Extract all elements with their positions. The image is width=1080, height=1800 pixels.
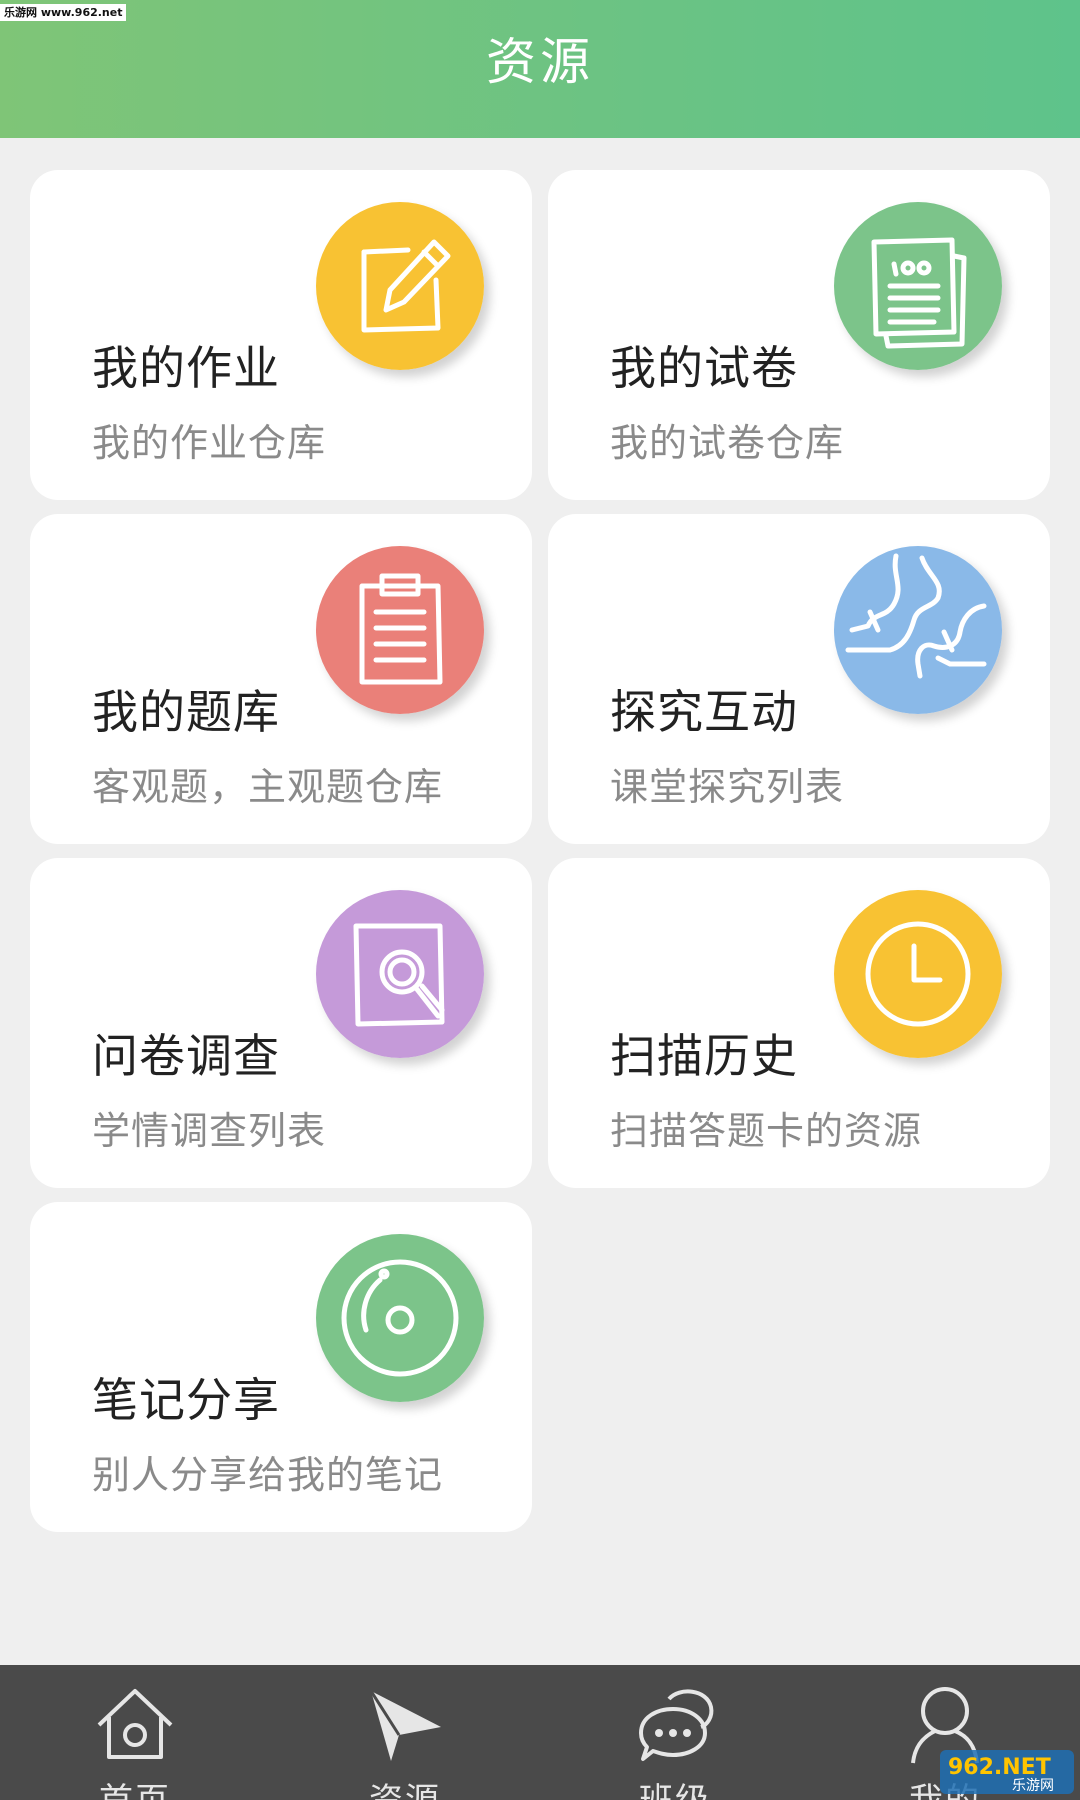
tab-label: 资源	[305, 1773, 505, 1800]
card-subtitle: 扫描答题卡的资源	[610, 1109, 923, 1153]
interaction-icon	[834, 546, 1002, 714]
homework-pencil-icon	[316, 202, 484, 370]
card-title: 我的试卷	[610, 341, 798, 395]
card-title: 扫描历史	[610, 1029, 798, 1083]
tab-class[interactable]: 班级	[575, 1665, 775, 1800]
card-scan-history[interactable]: 扫描历史 扫描答题卡的资源	[548, 858, 1050, 1188]
tab-label: 首页	[35, 1773, 235, 1800]
card-subtitle: 我的作业仓库	[92, 421, 327, 465]
clock-icon	[834, 890, 1002, 1058]
card-title: 笔记分享	[92, 1373, 280, 1427]
card-inquiry-interaction[interactable]: 探究互动 课堂探究列表	[548, 514, 1050, 844]
resources-page: 乐游网 www.962.net 资源 我的作业 我的作业仓库 我的试卷 我的试卷…	[0, 0, 1080, 1800]
card-subtitle: 我的试卷仓库	[610, 421, 845, 465]
card-my-question-bank[interactable]: 我的题库 客观题，主观题仓库	[30, 514, 532, 844]
home-icon	[95, 1685, 175, 1765]
survey-search-icon	[316, 890, 484, 1058]
card-subtitle: 客观题，主观题仓库	[92, 765, 444, 809]
card-title: 我的作业	[92, 341, 280, 395]
exam-paper-icon	[834, 202, 1002, 370]
header-bar: 乐游网 www.962.net 资源	[0, 0, 1080, 138]
disc-icon	[316, 1234, 484, 1402]
card-my-exams[interactable]: 我的试卷 我的试卷仓库	[548, 170, 1050, 500]
card-questionnaire[interactable]: 问卷调查 学情调查列表	[30, 858, 532, 1188]
card-subtitle: 别人分享给我的笔记	[92, 1453, 444, 1497]
tab-resources[interactable]: 资源	[305, 1665, 505, 1800]
watermark-site: 乐游网	[1012, 1778, 1054, 1794]
card-my-homework[interactable]: 我的作业 我的作业仓库	[30, 170, 532, 500]
tab-label: 班级	[575, 1773, 775, 1800]
card-title: 我的题库	[92, 685, 280, 739]
card-title: 探究互动	[610, 685, 798, 739]
clipboard-icon	[316, 546, 484, 714]
tab-home[interactable]: 首页	[35, 1665, 235, 1800]
paper-plane-icon	[365, 1685, 445, 1765]
watermark-logo: 962.NET 乐游网	[940, 1748, 1076, 1796]
card-note-sharing[interactable]: 笔记分享 别人分享给我的笔记	[30, 1202, 532, 1532]
bottom-tab-bar: 首页 资源	[0, 1665, 1080, 1800]
card-subtitle: 学情调查列表	[92, 1109, 327, 1153]
card-subtitle: 课堂探究列表	[610, 765, 845, 809]
watermark-label: 乐游网 www.962.net	[0, 4, 127, 21]
chat-bubbles-icon	[635, 1685, 715, 1765]
page-title: 资源	[486, 33, 594, 91]
card-title: 问卷调查	[92, 1029, 280, 1083]
watermark-brand: 962.NET	[948, 1755, 1051, 1780]
